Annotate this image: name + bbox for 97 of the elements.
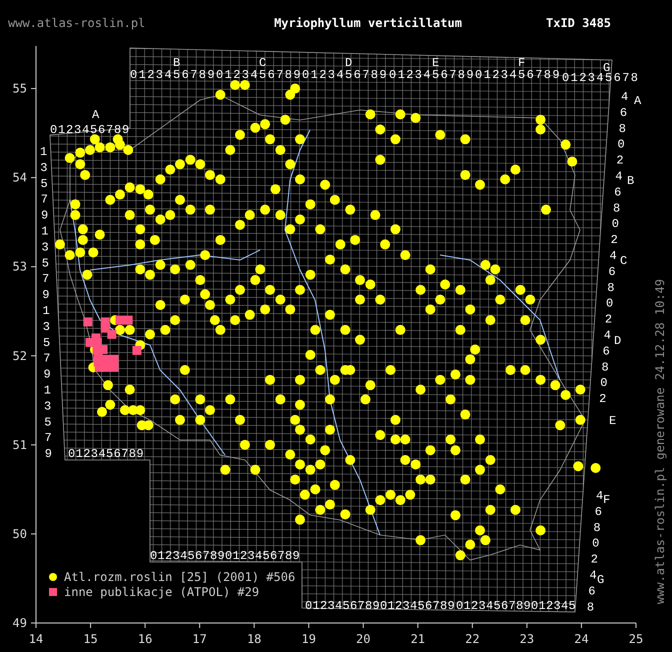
grid-label: 1 xyxy=(40,145,48,159)
grid-label: 8 xyxy=(601,360,609,374)
axis-tick-label: 16 xyxy=(138,632,152,646)
grid-label: 5 xyxy=(40,176,48,191)
axis-tick-label: 15 xyxy=(83,632,98,646)
grid-label: F xyxy=(603,493,610,507)
grid-label: A xyxy=(92,108,100,122)
grid-label: 0123456789 xyxy=(475,68,562,82)
grid-label: 0123456789 xyxy=(150,549,226,563)
grid-label: 0123456789 xyxy=(225,549,300,563)
generated-note: www.atlas-roslin.pl generowane 24.12.28 10:49 xyxy=(653,278,667,604)
grid-label: 2 xyxy=(610,233,618,248)
axis-tick-label: 54 xyxy=(12,170,27,185)
grid-label: 5 xyxy=(43,336,50,350)
grid-label: 4 xyxy=(615,170,622,184)
taxon-id: TxID 3485 xyxy=(546,16,612,30)
axis-tick-label: 52 xyxy=(12,348,27,363)
grid-label: 0123456789 xyxy=(130,68,216,82)
grid-label: 2 xyxy=(616,154,624,168)
axis-tick-label: 53 xyxy=(12,260,27,274)
axis-tick-label: 22 xyxy=(465,632,480,646)
grid-label: 6 xyxy=(620,106,628,120)
grid-label: D xyxy=(614,334,622,348)
grid-label: 7 xyxy=(43,352,50,366)
grid-label: 1 xyxy=(44,384,51,398)
grid-label: 8 xyxy=(593,520,601,535)
axis-tick-label: 50 xyxy=(12,526,27,541)
grid-label: 4 xyxy=(621,90,628,104)
grid-label: 1 xyxy=(41,224,48,238)
grid-label: C xyxy=(259,56,266,70)
axis-tick-label: 20 xyxy=(356,632,370,646)
grid-label: 012345 xyxy=(531,599,576,613)
grid-label: B xyxy=(627,174,634,188)
grid-label: 0123456789 xyxy=(380,599,456,613)
grid-label: 0123456789 xyxy=(389,68,476,82)
grid-label: 2 xyxy=(604,312,612,327)
grid-label: B xyxy=(173,56,180,70)
grid-label: 9 xyxy=(41,208,48,223)
grid-label: 0123456789 xyxy=(216,68,302,82)
grid-label: 0123456789 xyxy=(456,599,532,613)
grid-label: C xyxy=(620,254,628,268)
grid-label: 6 xyxy=(608,264,616,279)
grid-label: E xyxy=(609,414,616,428)
grid-label: 0 xyxy=(592,536,600,551)
legend-label: Atl.rozm.roslin [25] (2001) #506 xyxy=(64,570,296,584)
site-address: www.atlas-roslin.pl xyxy=(8,16,146,30)
grid-label: 5 xyxy=(44,415,52,430)
axis-tick-label: 51 xyxy=(12,438,27,452)
grid-label: E xyxy=(432,56,440,70)
axis-tick-label: 17 xyxy=(192,632,207,646)
axis-tick-label: 21 xyxy=(410,632,426,646)
axis-tick-label: 23 xyxy=(520,632,534,646)
grid-label: 3 xyxy=(40,160,48,175)
grid-label: 9 xyxy=(44,368,51,382)
species-title: Myriophyllum verticillatum xyxy=(273,16,463,30)
grid-label: 0 xyxy=(618,138,625,152)
grid-label: 3 xyxy=(44,399,52,414)
grid-label: 0123456789 xyxy=(302,68,388,82)
grid-label: 8 xyxy=(618,122,626,136)
grid-label: 0123456789 xyxy=(68,447,144,461)
grid-label: 5 xyxy=(42,256,49,270)
grid-label: 4 xyxy=(596,489,604,503)
grid-label: 8 xyxy=(612,201,620,216)
grid-label: 2 xyxy=(599,392,606,406)
grid-label: 3 xyxy=(42,240,49,254)
grid-label: 0 xyxy=(606,296,614,311)
grid-label: 0 xyxy=(600,376,608,390)
grid-label: 7 xyxy=(44,431,52,446)
grid-label: 9 xyxy=(44,447,52,462)
axis-tick-label: 24 xyxy=(574,632,589,646)
grid-label: 1 xyxy=(42,304,50,318)
grid-label: 6 xyxy=(602,344,610,358)
grid-label: 3 xyxy=(42,320,50,334)
grid-label: D xyxy=(345,56,352,70)
grid-label: 9 xyxy=(42,288,50,302)
grid-label: 2 xyxy=(590,552,598,567)
grid-label: 4 xyxy=(604,328,611,342)
grid-label: 6 xyxy=(614,185,622,200)
grid-label: G xyxy=(597,573,604,587)
grid-label: 4 xyxy=(590,568,597,582)
grid-label: 6 xyxy=(594,504,602,519)
grid-label: 0 xyxy=(612,217,619,232)
grid-label: 4 xyxy=(610,249,617,263)
legend-label: inne publikacje (ATPOL) #29 xyxy=(64,585,260,599)
axis-tick-label: 25 xyxy=(628,632,644,646)
axis-tick-label: 19 xyxy=(302,632,316,646)
axis-tick-label: 55 xyxy=(12,82,27,96)
grid-label: F xyxy=(518,56,526,70)
grid-label: 7 xyxy=(40,192,48,207)
grid-label: A xyxy=(634,94,642,108)
grid-label: 8 xyxy=(607,280,614,295)
axis-tick-label: 18 xyxy=(246,632,262,646)
grid-label: 7 xyxy=(42,272,50,286)
axis-tick-label: 14 xyxy=(28,632,44,646)
grid-label: 8 xyxy=(586,600,594,614)
grid-label: 6 xyxy=(588,584,596,598)
axis-tick-label: 49 xyxy=(12,616,27,630)
